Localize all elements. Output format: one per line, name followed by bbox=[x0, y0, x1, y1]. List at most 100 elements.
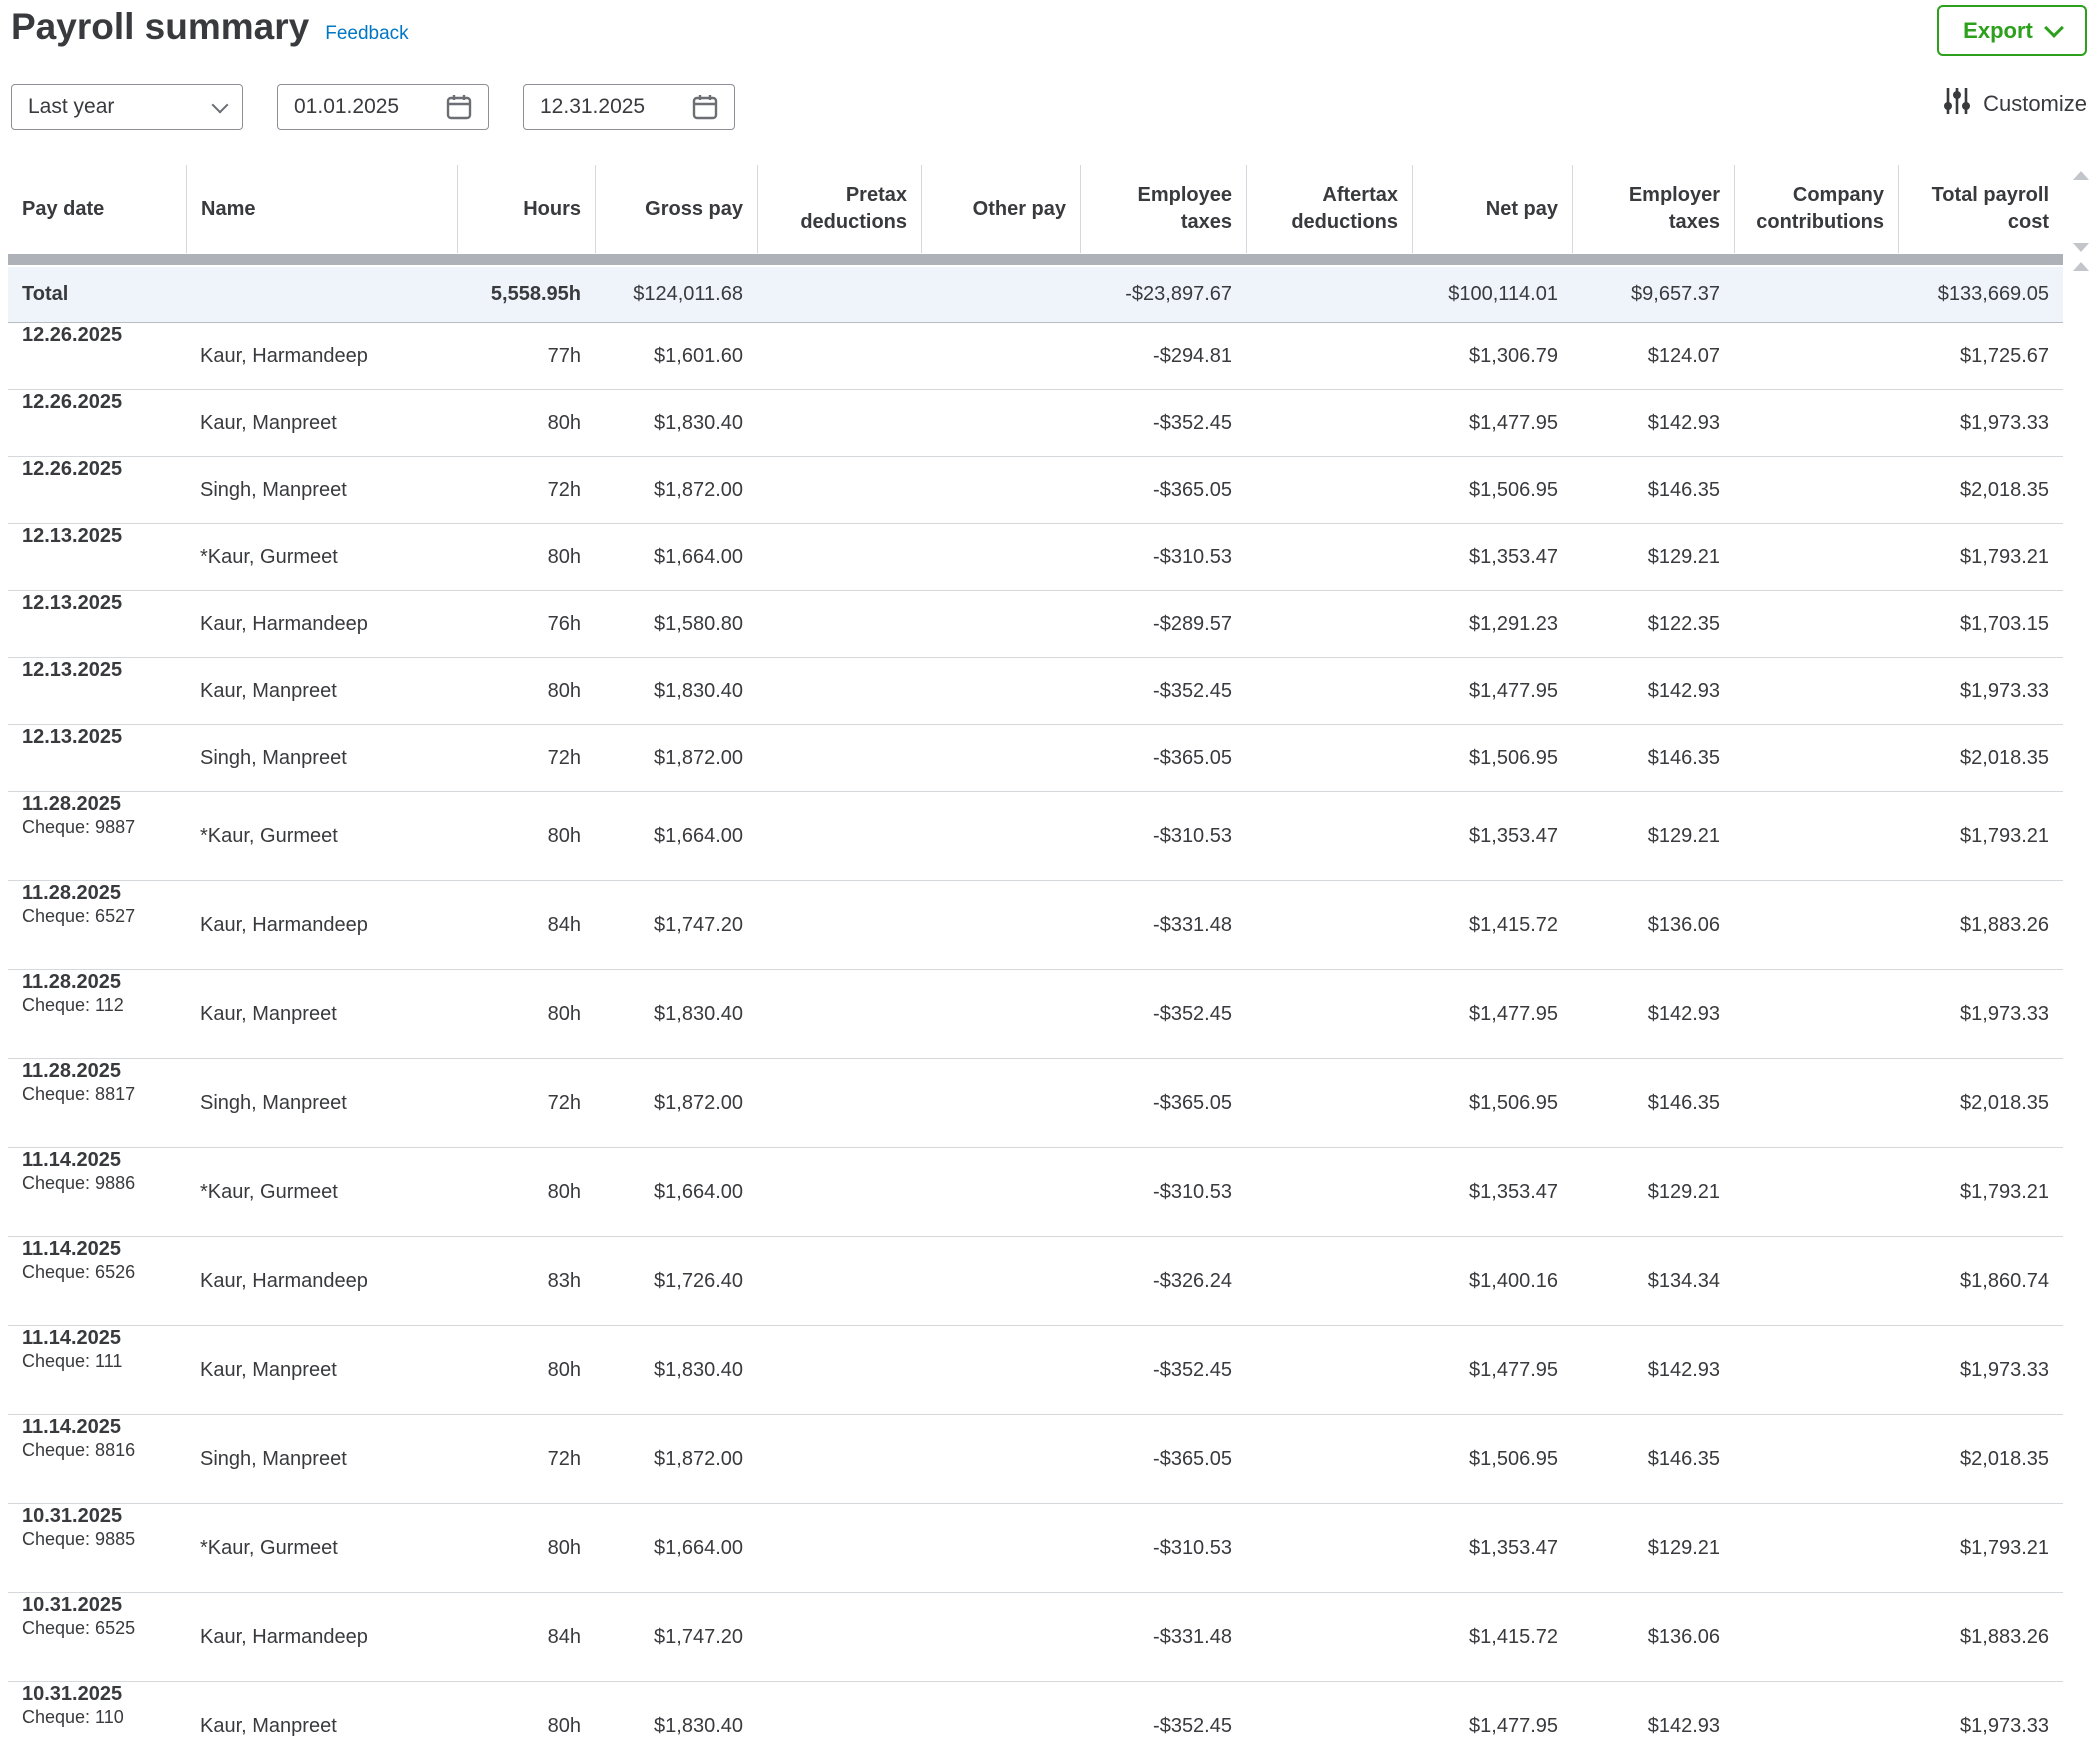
cell-employee-taxes: -$352.45 bbox=[1080, 390, 1246, 456]
cell-net-pay: $1,306.79 bbox=[1412, 323, 1572, 389]
filter-bar: Last year 01.01.2025 12.31.2025 bbox=[11, 84, 735, 130]
cell-employer-taxes: $129.21 bbox=[1572, 1148, 1734, 1236]
cell-employer-taxes: $142.93 bbox=[1572, 1326, 1734, 1414]
column-header-aftertax-deductions: Aftertax deductions bbox=[1246, 165, 1412, 253]
cell-name: *Kaur, Gurmeet bbox=[186, 1148, 457, 1236]
cell-employee-taxes: -$365.05 bbox=[1080, 1415, 1246, 1503]
table-row[interactable]: 11.14.2025Cheque: 6526Kaur, Harmandeep83… bbox=[8, 1237, 2063, 1326]
cell-gross-pay: $1,830.40 bbox=[595, 390, 757, 456]
table-row[interactable]: 12.13.2025Singh, Manpreet72h$1,872.00-$3… bbox=[8, 725, 2063, 792]
scroll-up-icon[interactable] bbox=[2073, 262, 2089, 271]
cell-other-pay bbox=[921, 881, 1080, 969]
cell-hours: 72h bbox=[457, 1059, 595, 1147]
pay-date: 12.26.2025 bbox=[22, 457, 122, 481]
start-date-field[interactable]: 01.01.2025 bbox=[277, 84, 489, 130]
cell-employer-taxes: $129.21 bbox=[1572, 524, 1734, 590]
cell-pretax-deductions bbox=[757, 970, 921, 1058]
table-row[interactable]: 11.28.2025Cheque: 6527Kaur, Harmandeep84… bbox=[8, 881, 2063, 970]
pay-date: 11.28.2025 bbox=[22, 792, 121, 816]
scroll-up-icon[interactable] bbox=[2073, 171, 2089, 180]
cell-gross-pay: $1,601.60 bbox=[595, 323, 757, 389]
cell-hours: 80h bbox=[457, 658, 595, 724]
table-row[interactable]: 11.14.2025Cheque: 8816Singh, Manpreet72h… bbox=[8, 1415, 2063, 1504]
cell-employer-taxes: $136.06 bbox=[1572, 881, 1734, 969]
feedback-link[interactable]: Feedback bbox=[325, 23, 408, 45]
cell-aftertax-deductions bbox=[1246, 1593, 1412, 1681]
cell-pay-date: 11.14.2025Cheque: 8816 bbox=[8, 1415, 186, 1503]
pay-date: 12.13.2025 bbox=[22, 725, 122, 749]
table-row[interactable]: 12.26.2025Kaur, Harmandeep77h$1,601.60-$… bbox=[8, 323, 2063, 390]
cell-pay-date: 10.31.2025Cheque: 9885 bbox=[8, 1504, 186, 1592]
cell-name: Kaur, Manpreet bbox=[186, 658, 457, 724]
table-row[interactable]: 10.31.2025Cheque: 6525Kaur, Harmandeep84… bbox=[8, 1593, 2063, 1682]
pay-date: 11.14.2025 bbox=[22, 1415, 121, 1439]
table-row[interactable]: 12.13.2025Kaur, Manpreet80h$1,830.40-$35… bbox=[8, 658, 2063, 725]
table-row[interactable]: 12.13.2025*Kaur, Gurmeet80h$1,664.00-$31… bbox=[8, 524, 2063, 591]
cell-net-pay: $1,400.16 bbox=[1412, 1237, 1572, 1325]
cell-name: Kaur, Harmandeep bbox=[186, 1237, 457, 1325]
table-row[interactable]: 10.31.2025Cheque: 9885*Kaur, Gurmeet80h$… bbox=[8, 1504, 2063, 1593]
cell-net-pay: $1,353.47 bbox=[1412, 1148, 1572, 1236]
cell-aftertax-deductions bbox=[1246, 591, 1412, 657]
cell-net-pay: $1,477.95 bbox=[1412, 1682, 1572, 1753]
total-cell-total-payroll-cost: $133,669.05 bbox=[1898, 267, 2063, 322]
cell-other-pay bbox=[921, 970, 1080, 1058]
table-row[interactable]: 12.13.2025Kaur, Harmandeep76h$1,580.80-$… bbox=[8, 591, 2063, 658]
table-row[interactable]: 11.14.2025Cheque: 111Kaur, Manpreet80h$1… bbox=[8, 1326, 2063, 1415]
pay-date: 12.26.2025 bbox=[22, 323, 122, 347]
cell-other-pay bbox=[921, 792, 1080, 880]
total-cell-other-pay bbox=[921, 267, 1080, 322]
cell-employer-taxes: $146.35 bbox=[1572, 1059, 1734, 1147]
table-row[interactable]: 11.28.2025Cheque: 9887*Kaur, Gurmeet80h$… bbox=[8, 792, 2063, 881]
cell-gross-pay: $1,830.40 bbox=[595, 658, 757, 724]
cell-other-pay bbox=[921, 1326, 1080, 1414]
calendar-icon[interactable] bbox=[692, 94, 718, 120]
cell-employer-taxes: $129.21 bbox=[1572, 792, 1734, 880]
cell-name: Kaur, Harmandeep bbox=[186, 591, 457, 657]
cell-company-contributions bbox=[1734, 1059, 1898, 1147]
cell-aftertax-deductions bbox=[1246, 1059, 1412, 1147]
table-row[interactable]: 12.26.2025Kaur, Manpreet80h$1,830.40-$35… bbox=[8, 390, 2063, 457]
cell-other-pay bbox=[921, 1504, 1080, 1592]
cell-pretax-deductions bbox=[757, 390, 921, 456]
cell-hours: 84h bbox=[457, 1593, 595, 1681]
cell-total-payroll-cost: $1,793.21 bbox=[1898, 792, 2063, 880]
cell-gross-pay: $1,726.40 bbox=[595, 1237, 757, 1325]
date-range-select[interactable]: Last year bbox=[11, 84, 243, 130]
table-row[interactable]: 11.28.2025Cheque: 112Kaur, Manpreet80h$1… bbox=[8, 970, 2063, 1059]
cell-employer-taxes: $129.21 bbox=[1572, 1504, 1734, 1592]
cell-other-pay bbox=[921, 658, 1080, 724]
cell-name: *Kaur, Gurmeet bbox=[186, 1504, 457, 1592]
export-button[interactable]: Export bbox=[1937, 5, 2087, 56]
cell-employee-taxes: -$352.45 bbox=[1080, 1326, 1246, 1414]
end-date-field[interactable]: 12.31.2025 bbox=[523, 84, 735, 130]
table-row[interactable]: 10.31.2025Cheque: 110Kaur, Manpreet80h$1… bbox=[8, 1682, 2063, 1753]
horizontal-scrollbar-thumb[interactable] bbox=[8, 254, 2063, 265]
customize-button[interactable]: Customize bbox=[1943, 86, 2087, 122]
cell-company-contributions bbox=[1734, 881, 1898, 969]
cell-pay-date: 12.26.2025 bbox=[8, 323, 186, 389]
cell-hours: 72h bbox=[457, 457, 595, 523]
cheque-number: Cheque: 110 bbox=[22, 1706, 124, 1729]
calendar-icon[interactable] bbox=[446, 94, 472, 120]
cell-employer-taxes: $122.35 bbox=[1572, 591, 1734, 657]
cheque-number: Cheque: 9886 bbox=[22, 1172, 135, 1195]
cell-company-contributions bbox=[1734, 1415, 1898, 1503]
cell-aftertax-deductions bbox=[1246, 725, 1412, 791]
table-row[interactable]: 11.28.2025Cheque: 8817Singh, Manpreet72h… bbox=[8, 1059, 2063, 1148]
table-row[interactable]: 12.26.2025Singh, Manpreet72h$1,872.00-$3… bbox=[8, 457, 2063, 524]
table-row[interactable]: 11.14.2025Cheque: 9886*Kaur, Gurmeet80h$… bbox=[8, 1148, 2063, 1237]
pay-date: 11.28.2025 bbox=[22, 970, 121, 994]
cell-pay-date: 11.28.2025Cheque: 6527 bbox=[8, 881, 186, 969]
cell-aftertax-deductions bbox=[1246, 323, 1412, 389]
cheque-number: Cheque: 6525 bbox=[22, 1617, 135, 1640]
cell-net-pay: $1,506.95 bbox=[1412, 1059, 1572, 1147]
cell-net-pay: $1,477.95 bbox=[1412, 1326, 1572, 1414]
cell-pay-date: 10.31.2025Cheque: 6525 bbox=[8, 1593, 186, 1681]
cell-company-contributions bbox=[1734, 792, 1898, 880]
scroll-down-icon[interactable] bbox=[2073, 243, 2089, 252]
pay-date: 10.31.2025 bbox=[22, 1593, 122, 1617]
cell-company-contributions bbox=[1734, 970, 1898, 1058]
cell-employee-taxes: -$310.53 bbox=[1080, 792, 1246, 880]
cell-gross-pay: $1,872.00 bbox=[595, 1059, 757, 1147]
